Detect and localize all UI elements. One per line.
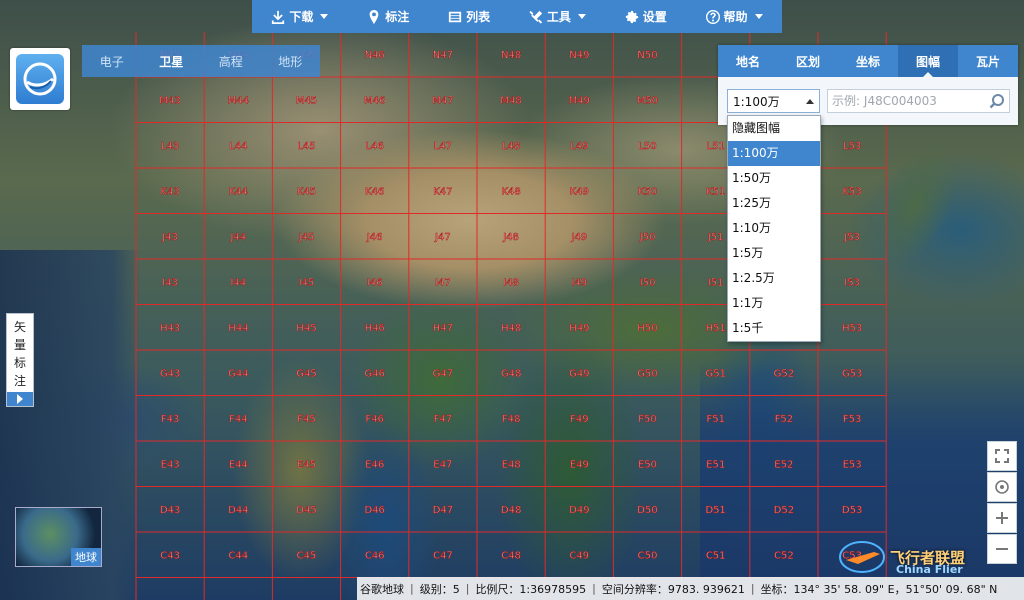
scale-select[interactable]: 1:100万	[727, 89, 821, 113]
tab-satellite[interactable]: 卫星	[142, 45, 202, 77]
top-toolbar: 下载 标注 列表 工具 设置 帮助	[252, 0, 782, 33]
status-bar: 谷歌地球 | 级别：5 | 比例尺：1:36978595 | 空间分辨率：9783. …	[357, 577, 1024, 600]
dropdown-option[interactable]: 1:5万	[728, 241, 820, 266]
list-label: 列表	[466, 10, 491, 24]
dropdown-option[interactable]: 1:5千	[728, 316, 820, 341]
search-tabs: 地名 区划 坐标 图幅 瓦片	[718, 45, 1018, 77]
gear-icon	[625, 10, 638, 23]
tab-elevation[interactable]: 高程	[201, 45, 261, 77]
dropdown-option[interactable]: 1:100万	[728, 141, 820, 166]
settings-button[interactable]: 设置	[625, 8, 667, 25]
chevron-right-icon[interactable]	[7, 392, 33, 406]
chevron-down-icon	[754, 14, 763, 19]
tab-map-sheet[interactable]: 图幅	[898, 45, 958, 77]
download-label: 下载	[289, 10, 314, 24]
locate-icon	[995, 480, 1009, 494]
dropdown-option[interactable]: 1:50万	[728, 166, 820, 191]
fullscreen-button[interactable]	[987, 441, 1017, 471]
status-scale: 比例尺：1:36978595	[475, 582, 587, 596]
vector-tab-char: 标	[13, 356, 26, 370]
tab-division[interactable]: 区划	[778, 45, 838, 77]
landmass	[855, 131, 975, 279]
locate-button[interactable]	[987, 472, 1017, 502]
sheet-search-box	[827, 89, 1010, 113]
chevron-down-icon	[577, 14, 586, 19]
mark-label: 标注	[385, 10, 410, 24]
dropdown-option[interactable]: 1:25万	[728, 191, 820, 216]
help-label: 帮助	[723, 10, 748, 24]
scale-select-value: 1:100万	[733, 94, 780, 109]
vector-annotation-toggle[interactable]: 矢 量 标 注	[6, 313, 34, 407]
status-source: 谷歌地球	[360, 582, 404, 596]
download-button[interactable]: 下载	[271, 8, 329, 25]
dropdown-option[interactable]: 1:2.5万	[728, 266, 820, 291]
watermark-logo: 飞行者联盟 China Flier	[838, 537, 1024, 577]
dropdown-option[interactable]: 1:10万	[728, 216, 820, 241]
list-icon	[448, 11, 462, 22]
fullscreen-icon	[995, 449, 1009, 463]
tab-tile[interactable]: 瓦片	[958, 45, 1018, 77]
globe-label: 地球	[71, 548, 101, 566]
list-button[interactable]: 列表	[448, 8, 490, 25]
vector-tab-char: 注	[13, 374, 26, 388]
plus-icon	[996, 512, 1008, 524]
zoom-in-button[interactable]	[987, 503, 1017, 533]
chevron-down-icon	[320, 14, 329, 19]
dropdown-option[interactable]: 隐藏图幅	[728, 116, 820, 141]
tab-terrain[interactable]: 地形	[261, 45, 321, 77]
help-button[interactable]: 帮助	[705, 8, 763, 25]
plane-icon	[839, 541, 885, 573]
map-type-tabs: 电子 卫星 高程 地形	[82, 45, 320, 77]
tools-button[interactable]: 工具	[529, 8, 586, 25]
scale-dropdown: 隐藏图幅 1:100万 1:50万 1:25万 1:10万 1:5万 1:2.5…	[727, 115, 821, 342]
globe-logo-icon	[16, 54, 64, 104]
mark-button[interactable]: 标注	[367, 8, 409, 25]
search-icon[interactable]	[989, 93, 1005, 109]
watermark-sub: China Flier	[896, 563, 963, 576]
sea-area	[330, 420, 440, 600]
download-icon	[272, 10, 285, 24]
chevron-up-icon	[806, 98, 815, 104]
search-panel: 地名 区划 坐标 图幅 瓦片 1:100万	[718, 45, 1018, 125]
vector-tab-char: 矢	[13, 320, 26, 334]
tools-label: 工具	[546, 10, 571, 24]
tab-electronic[interactable]: 电子	[82, 45, 142, 77]
vector-tab-char: 量	[13, 338, 26, 352]
status-resolution: 空间分辨率：9783. 939621	[601, 582, 745, 596]
status-coordinates: 坐标：134° 35' 58. 09" E，51°50' 09. 68" N	[760, 582, 998, 596]
pin-icon	[369, 9, 379, 24]
globe-view-toggle[interactable]: 地球	[15, 507, 102, 567]
app-logo[interactable]	[10, 48, 70, 110]
tab-place-name[interactable]: 地名	[718, 45, 778, 77]
status-level: 级别：5	[419, 582, 460, 596]
dropdown-option[interactable]: 1:1万	[728, 291, 820, 316]
sheet-search-input[interactable]	[832, 94, 989, 108]
tools-icon	[529, 10, 543, 24]
settings-label: 设置	[642, 10, 667, 24]
tab-coordinate[interactable]: 坐标	[838, 45, 898, 77]
help-icon	[705, 9, 720, 24]
